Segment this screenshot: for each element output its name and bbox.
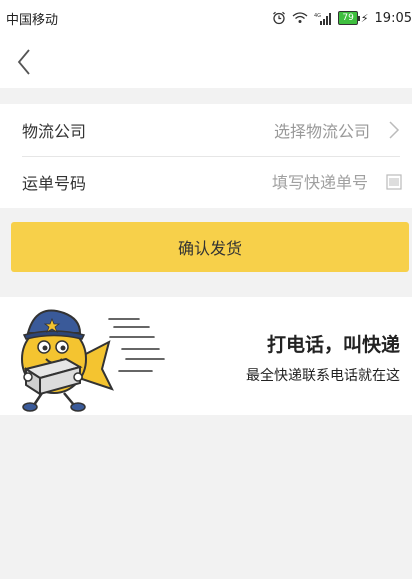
logistics-company-label: 物流公司 [22, 122, 87, 141]
banner-title: 打电话，叫快递 [266, 334, 400, 356]
tracking-number-label: 运单号码 [22, 174, 87, 193]
battery-icon: 79 ⚡ [338, 11, 369, 25]
banner-subtitle: 最全快递联系电话就在这 [246, 368, 400, 384]
svg-text:4G: 4G [314, 13, 321, 19]
logistics-company-row[interactable]: 物流公司 选择物流公司 [0, 104, 412, 156]
chevron-left-icon [17, 49, 30, 75]
clock: 19:05 [374, 10, 412, 26]
chevron-right-icon [380, 120, 408, 140]
wifi-icon [292, 12, 308, 23]
call-courier-banner[interactable]: 打电话，叫快递 最全快递联系电话就在这 [0, 297, 412, 415]
courier-mascot-illustration [21, 309, 165, 412]
signal-icon: 4G [314, 12, 332, 25]
status-icons: 4G 79 ⚡ 19:05 [272, 11, 412, 26]
tracking-number-row: 运单号码 [0, 156, 412, 208]
scan-icon[interactable] [380, 174, 408, 190]
confirm-ship-button[interactable]: 确认发货 [11, 222, 409, 272]
battery-level: 79 [338, 11, 358, 25]
alarm-icon [273, 11, 286, 25]
carrier-name: 中国移动 [6, 12, 59, 28]
logistics-company-value[interactable]: 选择物流公司 [274, 118, 370, 142]
status-bar: 中国移动 4G 79 ⚡ 19:05 [0, 0, 412, 36]
shipping-form: 物流公司 选择物流公司 运单号码 [0, 104, 412, 208]
tracking-number-input[interactable] [176, 171, 370, 193]
nav-bar [0, 36, 412, 88]
back-button[interactable] [0, 36, 48, 88]
